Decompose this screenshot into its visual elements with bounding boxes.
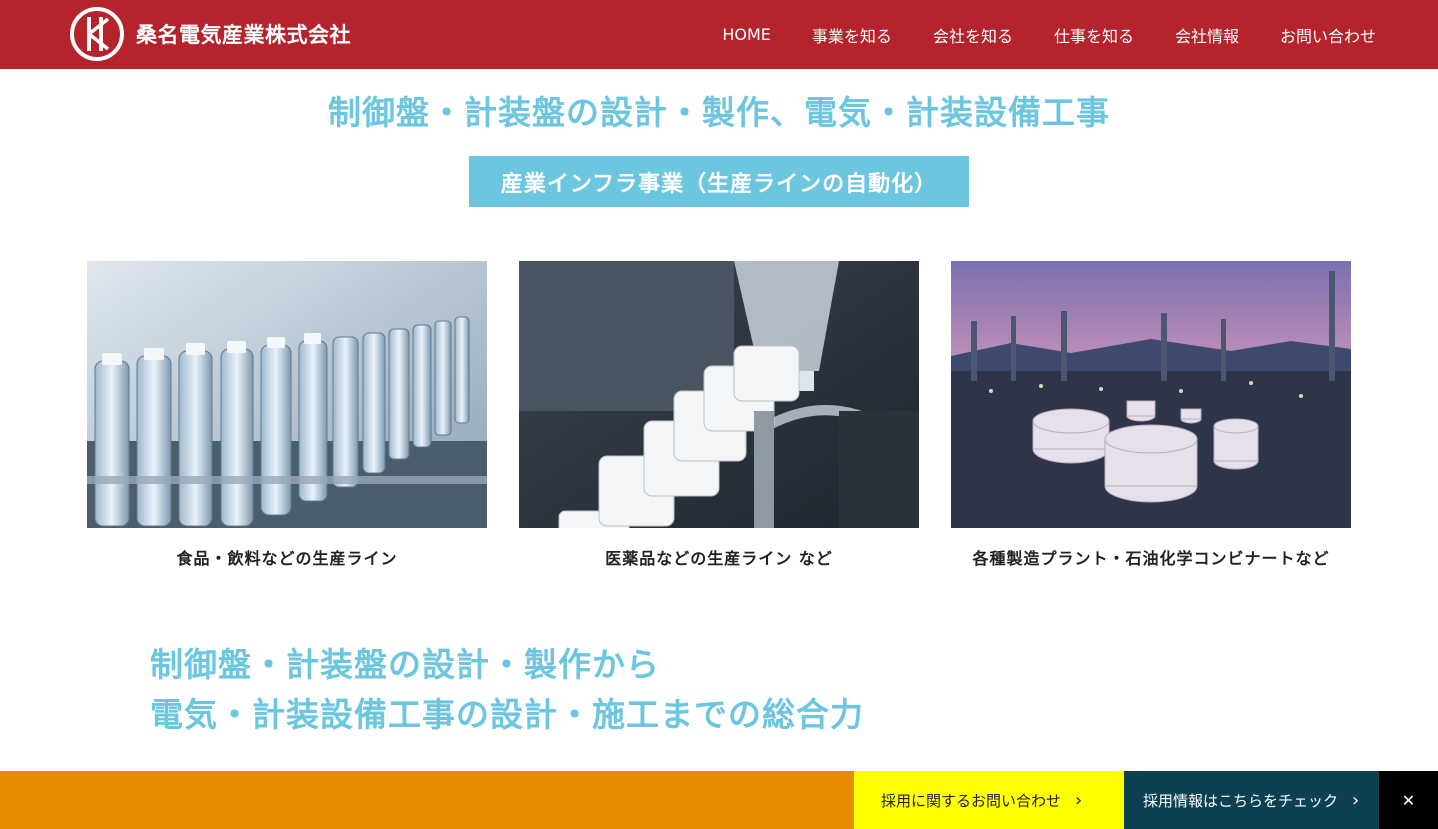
chevron-right-icon: ›	[1352, 789, 1360, 811]
nav-item-contact[interactable]: お問い合わせ	[1280, 23, 1376, 47]
company-name: 桑名電気産業株式会社	[136, 23, 351, 47]
recruit-contact-label: 採用に関するお問い合わせ	[881, 791, 1062, 810]
card-caption: 各種製造プラント・石油化学コンビナートなど	[972, 549, 1330, 568]
nav-item-business[interactable]: 事業を知る	[812, 23, 892, 47]
card-pharma: 医薬品などの生産ライン など	[519, 261, 919, 569]
logo-mark-icon	[70, 7, 124, 61]
nav-item-company[interactable]: 会社を知る	[933, 23, 1013, 47]
section-badge: 産業インフラ事業（生産ラインの自動化）	[469, 156, 969, 207]
tagline-line-1: 制御盤・計装盤の設計・製作から	[150, 645, 660, 684]
main-nav: HOME 事業を知る 会社を知る 仕事を知る 会社情報 お問い合わせ	[681, 0, 1376, 69]
tagline: 制御盤・計装盤の設計・製作から 電気・計装設備工事の設計・施工までの総合力	[150, 640, 864, 740]
card-food-beverage: 食品・飲料などの生産ライン	[87, 261, 487, 569]
recruit-info-label: 採用情報はこちらをチェック	[1143, 791, 1339, 810]
bottling-line-image	[87, 261, 487, 528]
recruit-contact-button[interactable]: 採用に関するお問い合わせ ›	[854, 771, 1124, 829]
close-button[interactable]: ✕	[1379, 771, 1438, 829]
tagline-line-2: 電気・計装設備工事の設計・施工までの総合力	[150, 695, 864, 734]
recruit-info-button[interactable]: 採用情報はこちらをチェック ›	[1124, 771, 1379, 829]
page-heading: 制御盤・計装盤の設計・製作、電気・計装設備工事	[328, 93, 1110, 132]
chevron-right-icon: ›	[1075, 789, 1083, 811]
card-plant: 各種製造プラント・石油化学コンビナートなど	[951, 261, 1351, 569]
nav-item-company-info[interactable]: 会社情報	[1175, 23, 1239, 47]
card-caption: 医薬品などの生産ライン など	[605, 549, 833, 568]
nav-item-home[interactable]: HOME	[722, 25, 771, 44]
site-header: 桑名電気産業株式会社 HOME 事業を知る 会社を知る 仕事を知る 会社情報 お…	[0, 0, 1438, 69]
company-logo[interactable]: 桑名電気産業株式会社	[70, 7, 351, 61]
bottom-cta-bar: 採用に関するお問い合わせ › 採用情報はこちらをチェック › ✕	[0, 771, 1438, 829]
close-icon: ✕	[1401, 790, 1416, 810]
card-caption: 食品・飲料などの生産ライン	[176, 549, 398, 568]
pharma-line-image	[519, 261, 919, 528]
petrochemical-plant-image	[951, 261, 1351, 528]
nav-item-work[interactable]: 仕事を知る	[1054, 23, 1134, 47]
